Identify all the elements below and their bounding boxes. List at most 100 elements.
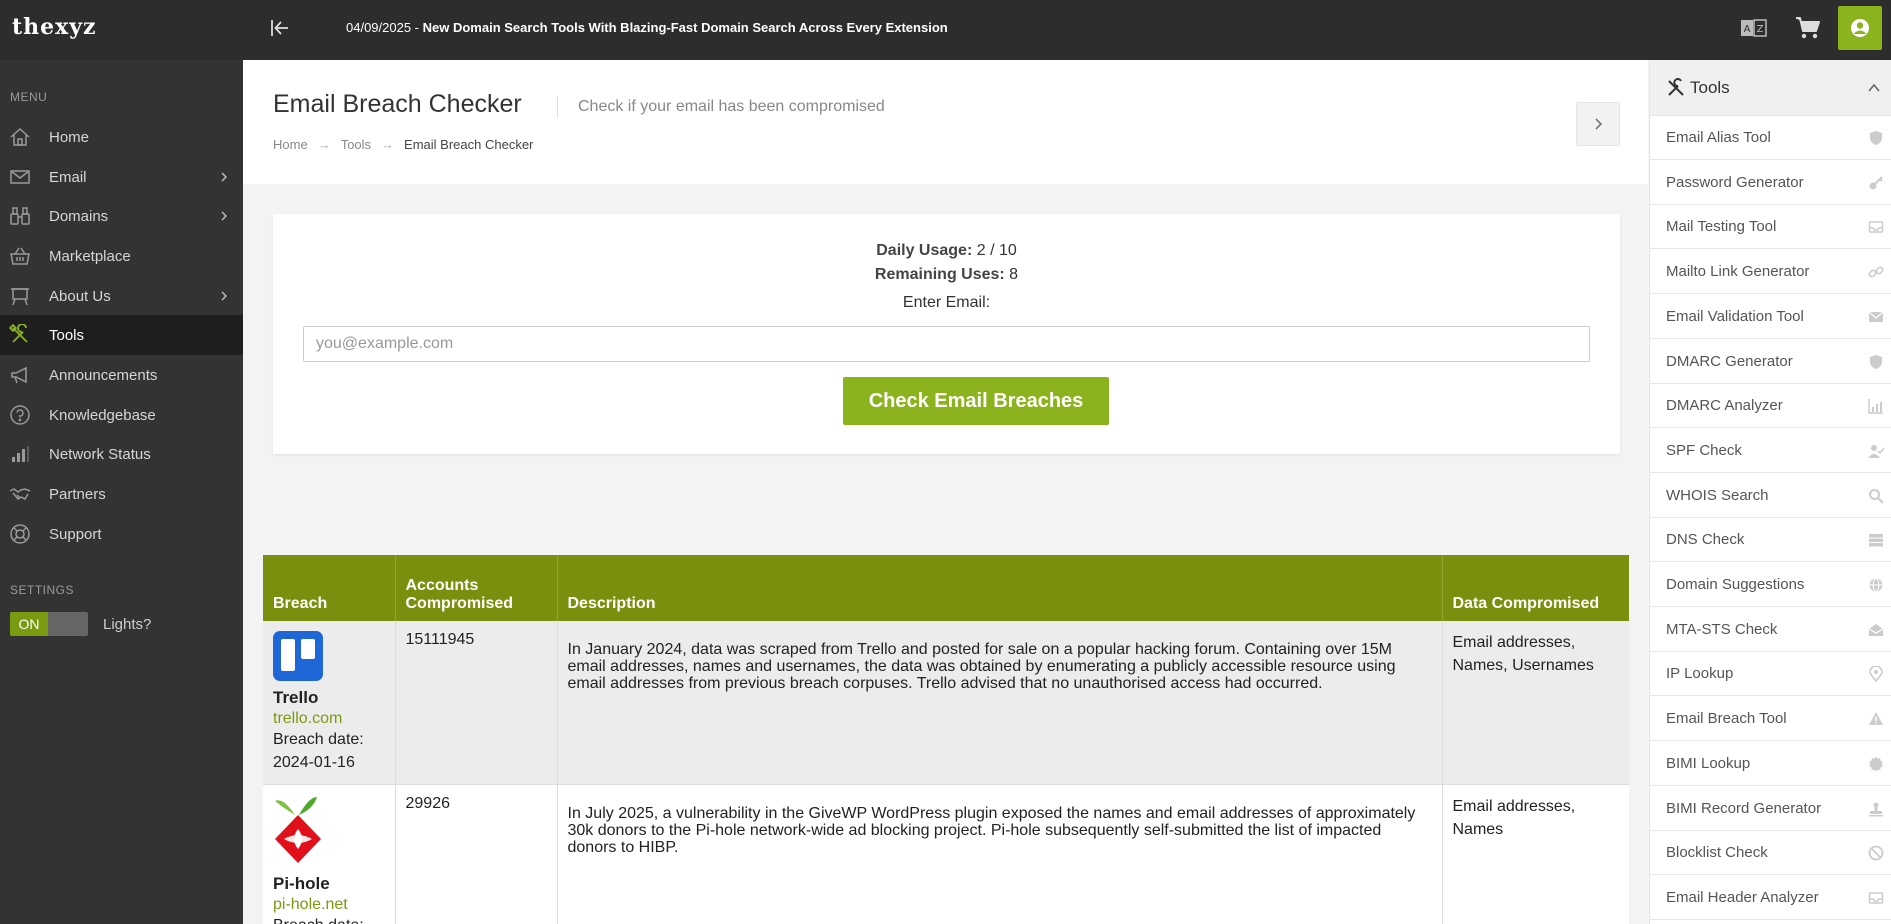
left-sidebar: MENU Home Email Domains Marketplace Abou… (0, 60, 243, 924)
breach-results-table: Breach Accounts Compromised Description … (263, 555, 1629, 924)
tool-item-label: Email Validation Tool (1666, 307, 1804, 325)
breadcrumb: Home → Tools → Email Breach Checker (273, 137, 533, 152)
daily-usage-label: Daily Usage: (876, 242, 973, 259)
collapse-sidebar-icon[interactable] (268, 16, 292, 40)
user-account-button[interactable] (1838, 6, 1882, 50)
pihole-logo (275, 797, 321, 863)
tool-item-label: MTA-STS Check (1666, 620, 1778, 638)
daily-usage-value: 2 / 10 (972, 242, 1017, 259)
breadcrumb-home[interactable]: Home (273, 137, 308, 152)
announcement-text[interactable]: New Domain Search Tools With Blazing-Fas… (423, 20, 948, 35)
tool-item-dmarc-analyzer[interactable]: DMARC Analyzer (1650, 384, 1891, 429)
sidebar-item-label: Support (49, 525, 102, 543)
logo[interactable]: thexyz (12, 14, 97, 40)
sidebar-item-label: Email (49, 168, 87, 186)
remaining-uses-value: 8 (1004, 266, 1019, 283)
data-compromised-cell: Email addresses, Names (1442, 784, 1629, 924)
title-divider (557, 96, 558, 118)
tool-item-label: DMARC Generator (1666, 352, 1793, 370)
sidebar-item-partners[interactable]: Partners (0, 474, 243, 514)
warning-icon (1868, 711, 1884, 727)
tool-item-dns-check[interactable]: DNS Check (1650, 518, 1891, 563)
sidebar-item-email[interactable]: Email (0, 157, 243, 197)
lights-toggle[interactable]: ON (10, 612, 88, 636)
email-label: Enter Email: (902, 294, 991, 311)
inbox-icon (1868, 219, 1884, 235)
svg-text:Z: Z (1757, 24, 1764, 35)
tool-item-label: Mail Testing Tool (1666, 218, 1777, 236)
tool-item-email-validation-tool[interactable]: Email Validation Tool (1650, 295, 1891, 339)
tool-item-domain-suggestions[interactable]: Domain Suggestions (1650, 563, 1891, 607)
check-email-breaches-button[interactable]: Check Email Breaches (843, 377, 1109, 425)
breadcrumb-tools[interactable]: Tools (341, 137, 371, 152)
tool-item-bimi-record-generator[interactable]: BIMI Record Generator (1650, 787, 1891, 831)
chevron-right-icon (1595, 118, 1603, 130)
email-input[interactable] (303, 326, 1590, 362)
tool-item-mail-testing-tool[interactable]: Mail Testing Tool (1650, 205, 1891, 250)
sidebar-item-support[interactable]: Support (0, 514, 243, 554)
tool-item-mailto-link-generator[interactable]: Mailto Link Generator (1650, 250, 1891, 295)
tool-item-mta-sts-check[interactable]: MTA-STS Check (1650, 608, 1891, 652)
stamp-icon (1868, 801, 1884, 817)
binoculars-icon (8, 204, 32, 228)
page-subtitle: Check if your email has been compromised (578, 98, 885, 115)
sidebar-item-network-status[interactable]: Network Status (0, 434, 243, 474)
sidebar-item-knowledgebase[interactable]: Knowledgebase (0, 395, 243, 435)
arrow-right-icon: → (381, 137, 395, 152)
sidebar-item-home[interactable]: Home (0, 117, 243, 157)
tool-item-email-alias-tool[interactable]: Email Alias Tool (1650, 116, 1891, 160)
tool-item-password-generator[interactable]: Password Generator (1650, 161, 1891, 205)
home-icon (8, 125, 32, 149)
tool-item-label: DNS Check (1666, 531, 1745, 549)
breach-domain-link[interactable]: trello.com (273, 710, 385, 728)
column-header-accounts: Accounts Compromised (395, 555, 558, 621)
tools-panel: Tools Email Alias Tool Password Generator… (1649, 60, 1891, 924)
tool-item-blocklist-check[interactable]: Blocklist Check (1650, 831, 1891, 876)
cart-icon[interactable] (1794, 15, 1822, 41)
tool-item-whois-search[interactable]: WHOIS Search (1650, 474, 1891, 518)
data-compromised-cell: Email addresses, Names, Usernames (1442, 621, 1629, 785)
sidebar-item-label: Domains (49, 207, 109, 225)
accounts-cell: 15111945 (395, 621, 558, 785)
column-header-breach: Breach (263, 555, 396, 621)
shield-icon (1868, 130, 1884, 146)
chevron-up-icon[interactable] (1866, 80, 1882, 96)
column-header-description: Description (557, 555, 1443, 621)
accounts-cell: 29926 (395, 784, 558, 924)
column-header-data: Data Compromised (1442, 555, 1629, 621)
sidebar-item-domains[interactable]: Domains (0, 196, 243, 236)
tool-item-ip-lookup[interactable]: IP Lookup (1650, 652, 1891, 697)
page-title: Email Breach Checker (273, 90, 522, 118)
translate-icon[interactable]: AZ (1740, 18, 1768, 38)
basket-icon (8, 244, 32, 268)
chevron-right-icon (219, 208, 229, 224)
sidebar-item-marketplace[interactable]: Marketplace (0, 236, 243, 276)
lights-label: Lights? (103, 616, 152, 633)
logo-area: thexyz (0, 0, 243, 60)
breach-date-label: Breach date: (273, 914, 385, 924)
breach-name: Pi-hole (273, 874, 330, 893)
envelope-icon (8, 165, 32, 189)
announcement[interactable]: 04/09/2025 - New Domain Search Tools Wit… (346, 20, 948, 35)
toggle-on-label: ON (10, 612, 48, 636)
breach-date: 2024-01-16 (273, 754, 355, 771)
tool-item-email-breach-tool[interactable]: Email Breach Tool (1650, 697, 1891, 742)
link-icon (1868, 264, 1884, 280)
expand-panel-button[interactable] (1576, 102, 1620, 146)
tools-panel-header[interactable]: Tools (1650, 60, 1891, 116)
tool-item-bimi-lookup[interactable]: BIMI Lookup (1650, 742, 1891, 786)
breach-domain-link[interactable]: pi-hole.net (273, 896, 385, 914)
svg-text:A: A (1744, 24, 1751, 35)
breach-cell: Pi-hole pi-hole.net Breach date: (263, 784, 396, 924)
sidebar-item-announcements[interactable]: Announcements (0, 355, 243, 395)
megaphone-icon (8, 363, 32, 387)
tool-item-label: BIMI Lookup (1666, 754, 1751, 772)
sidebar-item-tools[interactable]: Tools (0, 315, 243, 355)
page-header: Email Breach Checker Check if your email… (243, 60, 1648, 184)
tool-item-spf-check[interactable]: SPF Check (1650, 429, 1891, 473)
tool-item-dmarc-generator[interactable]: DMARC Generator (1650, 340, 1891, 384)
tool-item-email-header-analyzer[interactable]: Email Header Analyzer (1650, 876, 1891, 920)
settings-heading: SETTINGS (10, 583, 75, 597)
sidebar-item-about-us[interactable]: About Us (0, 276, 243, 316)
announcement-date: 04/09/2025 - (346, 20, 423, 35)
